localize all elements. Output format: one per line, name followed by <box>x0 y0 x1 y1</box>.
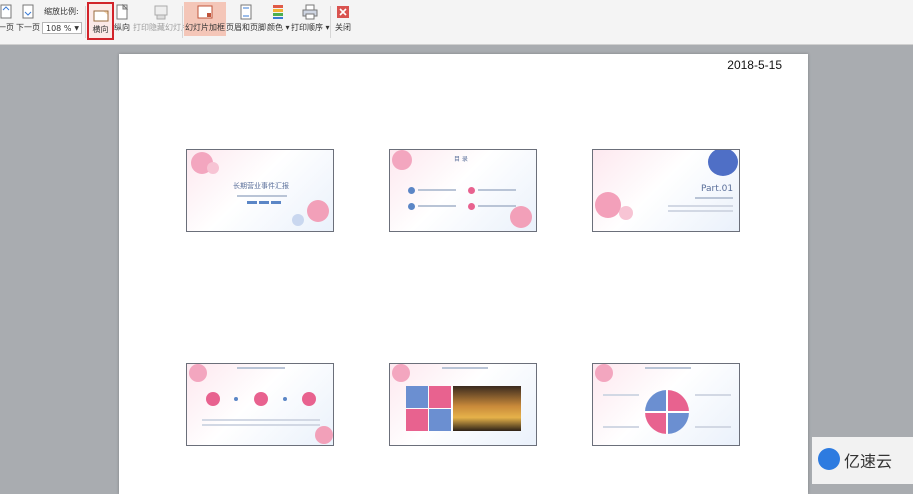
flower-decoration <box>189 364 207 382</box>
bullet-icon <box>408 203 415 210</box>
printer-icon <box>302 4 318 20</box>
bullet-icon <box>468 203 475 210</box>
slide-button-mark <box>247 201 257 204</box>
prev-page-button[interactable]: 一页 <box>0 4 14 33</box>
text-line <box>695 394 731 396</box>
close-button[interactable]: 关闭 <box>335 4 351 33</box>
slide-button-mark <box>259 201 269 204</box>
text-line <box>603 426 639 428</box>
flower-decoration <box>708 150 738 176</box>
print-hidden-slides-label: 打印隐藏幻灯片 <box>133 23 189 32</box>
flower-decoration <box>292 214 304 226</box>
page-up-icon <box>0 4 14 20</box>
text-line <box>418 205 456 207</box>
print-preview-toolbar: 一页 下一页 缩放比例: 108 % ▼ 横向 纵向 打印隐藏幻灯片 幻灯片加框… <box>0 0 913 45</box>
watermark-text: 亿速云 <box>844 452 893 471</box>
flower-decoration <box>510 206 532 228</box>
slide-thumbnail-3: Part.01 <box>592 149 740 232</box>
slide-thumbnail-6 <box>592 363 740 446</box>
header-footer-button[interactable]: 页眉和页脚 <box>226 4 266 33</box>
toolbar-divider <box>85 6 86 38</box>
flower-decoration <box>595 192 621 218</box>
circle-icon <box>302 392 316 406</box>
landscape-button[interactable]: 横向 <box>87 2 114 40</box>
color-label: 颜色 ▾ <box>267 23 290 32</box>
text-line <box>668 205 733 207</box>
bullet-icon <box>468 187 475 194</box>
circle-icon <box>254 392 268 406</box>
video-tile <box>429 409 451 431</box>
print-order-button[interactable]: 打印顺序 ▾ <box>291 4 330 33</box>
print-page: 2018-5-15 长期营业事件汇报 目 录 Part.01 <box>119 54 808 494</box>
text-line <box>418 189 456 191</box>
landscape-label: 横向 <box>92 25 109 34</box>
toolbar-divider <box>182 6 183 38</box>
portrait-button[interactable]: 纵向 <box>114 3 130 33</box>
flower-decoration <box>392 364 410 382</box>
slide-thumbnail-1: 长期营业事件汇报 <box>186 149 334 232</box>
cloud-logo-icon <box>818 448 840 470</box>
text-line <box>202 424 320 426</box>
color-palette-icon <box>270 4 286 20</box>
print-order-label: 打印顺序 ▾ <box>291 23 330 32</box>
dot-icon <box>283 397 287 401</box>
header-footer-icon <box>238 4 254 20</box>
zoom-select[interactable]: 108 % ▼ <box>42 22 82 34</box>
circle-icon <box>206 392 220 406</box>
headphones-tile <box>406 409 428 431</box>
text-line <box>202 419 320 421</box>
text-line <box>478 205 516 207</box>
page-date: 2018-5-15 <box>727 58 782 72</box>
slide-frame-icon <box>197 4 213 20</box>
slide-title: 长期营业事件汇报 <box>233 182 289 190</box>
landscape-page-icon <box>93 7 109 23</box>
text-line <box>695 426 731 428</box>
color-button[interactable]: 颜色 ▾ <box>267 4 290 33</box>
watermark: 亿速云 <box>812 437 913 484</box>
zoom-value: 108 % <box>46 24 72 33</box>
frame-slides-label: 幻灯片加框 <box>185 23 225 32</box>
slide-title: Part.01 <box>701 184 734 194</box>
toolbar-divider <box>330 6 331 38</box>
prev-page-label: 一页 <box>0 23 14 32</box>
text-line <box>237 367 285 369</box>
text-line <box>645 367 691 369</box>
flower-decoration <box>595 364 613 382</box>
next-page-button[interactable]: 下一页 <box>16 4 40 33</box>
text-line <box>695 197 733 199</box>
slide-thumbnail-5 <box>389 363 537 446</box>
next-page-label: 下一页 <box>16 23 40 32</box>
bullet-icon <box>408 187 415 194</box>
portrait-label: 纵向 <box>114 23 130 32</box>
flower-decoration <box>307 200 329 222</box>
text-line <box>478 189 516 191</box>
flower-decoration <box>392 150 412 170</box>
close-icon <box>335 4 351 20</box>
frame-slides-button[interactable]: 幻灯片加框 <box>184 2 226 36</box>
text-line <box>603 394 639 396</box>
slide-thumbnail-2: 目 录 <box>389 149 537 232</box>
flower-decoration <box>207 162 219 174</box>
slide-thumbnail-4 <box>186 363 334 446</box>
zoom-label: 缩放比例: <box>44 7 79 16</box>
portrait-page-icon <box>114 3 130 20</box>
flower-decoration <box>315 426 333 444</box>
slide-title: 目 录 <box>454 156 468 163</box>
dot-icon <box>234 397 238 401</box>
header-footer-label: 页眉和页脚 <box>226 23 266 32</box>
print-hidden-slides-button[interactable]: 打印隐藏幻灯片 <box>133 4 189 33</box>
text-line <box>237 195 287 197</box>
slide-button-mark <box>271 201 281 204</box>
text-line <box>442 367 488 369</box>
hidden-slide-icon <box>153 4 169 20</box>
camera-tile <box>406 386 428 408</box>
flower-decoration <box>619 206 633 220</box>
clock-tile <box>429 386 451 408</box>
page-down-icon <box>20 4 36 20</box>
chevron-down-icon: ▼ <box>74 25 79 32</box>
text-line <box>668 210 733 212</box>
close-label: 关闭 <box>335 23 351 32</box>
pie-chart-graphic <box>645 390 689 434</box>
concert-photo <box>453 386 521 431</box>
